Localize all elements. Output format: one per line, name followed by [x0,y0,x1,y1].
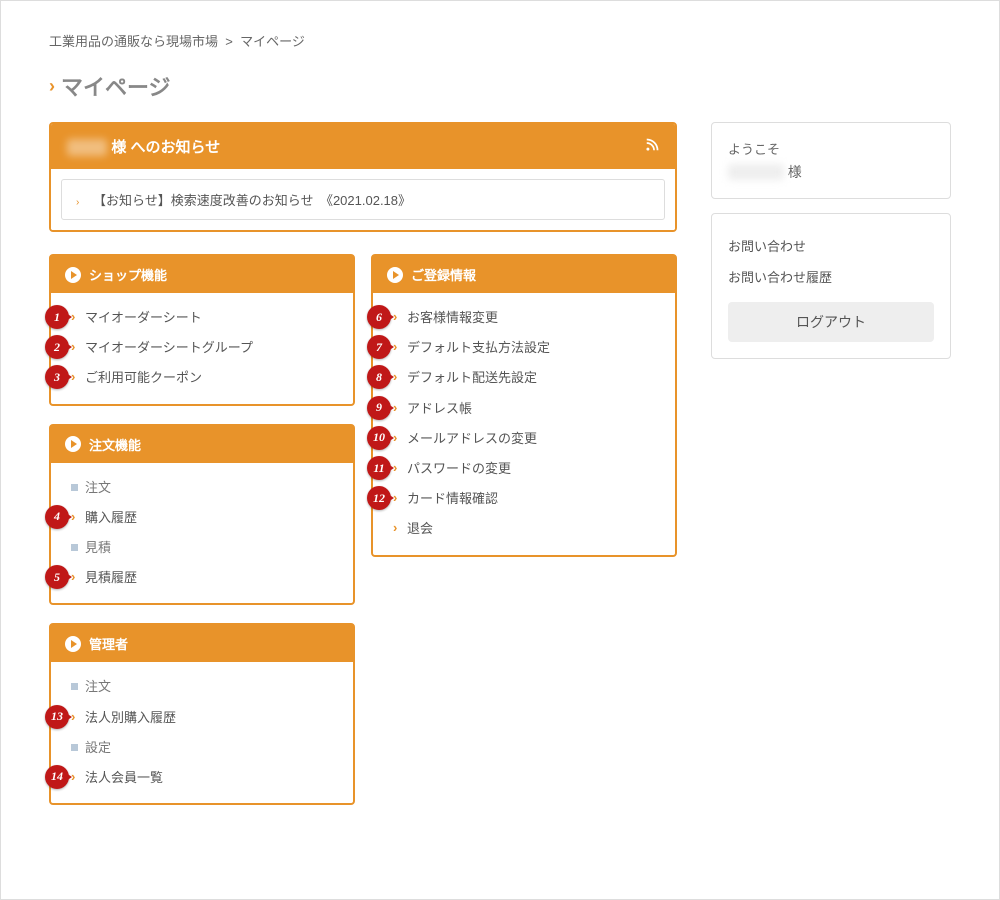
panel-admin: 管理者 注文法人別購入履歴13設定法人会員一覧14 [49,623,355,805]
panel-header: ご登録情報 [373,256,675,293]
menu-link[interactable]: 見積履歴5 [57,563,347,593]
breadcrumb: 工業用品の通販なら現場市場 > マイページ [49,31,951,50]
panel-order: 注文機能 注文購入履歴4見積見積履歴5 [49,424,355,606]
number-badge: 2 [45,335,69,359]
panel-header: 注文機能 [51,426,353,463]
menu-link[interactable]: デフォルト配送先設定8 [379,363,669,393]
menu-link[interactable]: アドレス帳9 [379,394,669,424]
chevron-right-icon: › [49,76,55,97]
breadcrumb-current: マイページ [240,34,305,49]
menu-link[interactable]: 法人別購入履歴13 [57,703,347,733]
menu-link[interactable]: マイオーダーシート1 [57,303,347,333]
arrow-right-icon [65,636,81,652]
username-blurred [67,139,107,156]
arrow-right-icon [65,267,81,283]
menu-link[interactable]: 退会 [379,514,669,544]
menu-link[interactable]: 法人会員一覧14 [57,763,347,793]
number-badge: 7 [367,335,391,359]
menu-link[interactable]: ご利用可能クーポン3 [57,363,347,393]
number-badge: 1 [45,305,69,329]
menu-link[interactable]: マイオーダーシートグループ2 [57,333,347,363]
contact-link[interactable]: お問い合わせ [728,230,934,261]
username: 様 [728,162,934,182]
number-badge: 4 [45,505,69,529]
number-badge: 11 [367,456,391,480]
panel-shop: ショップ機能 マイオーダーシート1マイオーダーシートグループ2ご利用可能クーポン… [49,254,355,406]
chevron-right-icon: › [76,197,79,208]
number-badge: 13 [45,705,69,729]
notice-header: 様 へのお知らせ [51,124,675,169]
welcome-label: ようこそ [728,139,934,158]
number-badge: 8 [367,365,391,389]
number-badge: 9 [367,396,391,420]
panel-header: 管理者 [51,625,353,662]
contact-box: お問い合わせ お問い合わせ履歴 ログアウト [711,213,951,359]
number-badge: 10 [367,426,391,450]
number-badge: 6 [367,305,391,329]
number-badge: 5 [45,565,69,589]
menu-link[interactable]: お客様情報変更6 [379,303,669,333]
number-badge: 3 [45,365,69,389]
section-label: 注文 [57,473,347,503]
menu-link[interactable]: パスワードの変更11 [379,454,669,484]
menu-link[interactable]: カード情報確認12 [379,484,669,514]
welcome-box: ようこそ 様 [711,122,951,199]
section-label: 注文 [57,672,347,702]
section-label: 見積 [57,533,347,563]
contact-history-link[interactable]: お問い合わせ履歴 [728,261,934,292]
arrow-right-icon [387,267,403,283]
menu-link[interactable]: デフォルト支払方法設定7 [379,333,669,363]
menu-link[interactable]: メールアドレスの変更10 [379,424,669,454]
logout-button[interactable]: ログアウト [728,302,934,342]
section-label: 設定 [57,733,347,763]
arrow-right-icon [65,436,81,452]
number-badge: 14 [45,765,69,789]
page-title: › マイページ [49,70,951,102]
notice-box: 様 へのお知らせ › 【お知らせ】検索速度改善のお知らせ 《2021.02.18… [49,122,677,232]
number-badge: 12 [367,486,391,510]
panel-header: ショップ機能 [51,256,353,293]
rss-icon[interactable] [645,138,659,156]
menu-link[interactable]: 購入履歴4 [57,503,347,533]
notice-item[interactable]: › 【お知らせ】検索速度改善のお知らせ 《2021.02.18》 [61,179,665,220]
breadcrumb-root[interactable]: 工業用品の通販なら現場市場 [49,34,218,49]
panel-register: ご登録情報 お客様情報変更6デフォルト支払方法設定7デフォルト配送先設定8アドレ… [371,254,677,557]
